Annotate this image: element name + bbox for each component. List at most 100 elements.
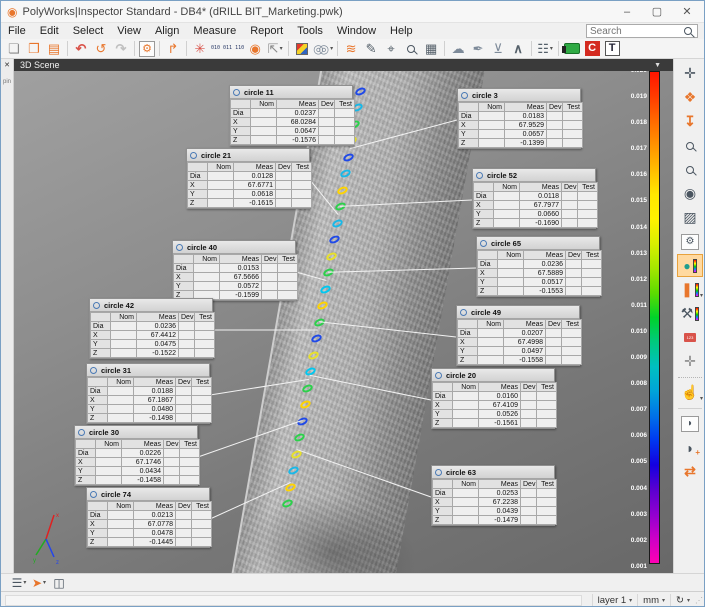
flip-normals-icon[interactable]: ⇄: [677, 460, 703, 483]
project-surface-icon[interactable]: ↧: [677, 110, 703, 133]
menu-item[interactable]: Measure: [186, 24, 243, 38]
meas-x: 67.9529: [504, 120, 547, 130]
meas-dia: 0.0183: [504, 111, 547, 121]
point-cloud-icon[interactable]: ☁: [449, 40, 467, 58]
move-annotations-icon[interactable]: ✛: [677, 350, 703, 373]
save-icon[interactable]: ▤: [45, 40, 63, 58]
panel-pin-tab[interactable]: pin: [1, 79, 13, 85]
measurement-callout[interactable]: circle 3 Nom Meas Dev Test Dia 0.0183 X …: [457, 88, 583, 149]
stamp-feature-icon[interactable]: ⊻: [489, 40, 507, 58]
viewport-3d[interactable]: circle 11 Nom Meas Dev Test Dia 0.0237 X…: [14, 71, 673, 573]
meas-y: 0.0526: [478, 409, 521, 419]
menu-item[interactable]: Window: [330, 24, 383, 38]
col-test: Test: [291, 162, 312, 172]
curve-comb-icon[interactable]: ≋: [342, 40, 360, 58]
panel-close-icon[interactable]: ✕: [1, 61, 13, 69]
menu-item[interactable]: Select: [66, 24, 111, 38]
scanner-icon[interactable]: ⌖: [382, 40, 400, 58]
circle-feature-icon: [435, 371, 442, 379]
measurement-callout[interactable]: circle 52 Nom Meas Dev Test Dia 0.0118 X…: [472, 168, 598, 229]
probe-icon[interactable]: ✳: [191, 40, 209, 58]
add-surface-icon[interactable]: ◗ +: [677, 436, 703, 459]
fit-feature-icon[interactable]: ✒: [469, 40, 487, 58]
device-position-icon[interactable]: ◉: [246, 40, 264, 58]
close-button[interactable]: ✕: [672, 3, 702, 21]
meas-z: -0.1445: [133, 537, 176, 547]
report-icon[interactable]: ☷ ▾: [536, 40, 554, 58]
dropdown-caret-icon: ▾: [279, 45, 283, 52]
zoom-region-icon[interactable]: [677, 134, 703, 157]
probe-pen-icon[interactable]: ✎: [362, 40, 380, 58]
caliper-icon[interactable]: ∧: [509, 40, 527, 58]
minimize-button[interactable]: –: [612, 3, 642, 21]
rotate-pan-zoom-icon[interactable]: ✛: [677, 62, 703, 85]
menu-item[interactable]: Report: [243, 24, 290, 38]
measurement-callout[interactable]: circle 11 Nom Meas Dev Test Dia 0.0237 X…: [229, 85, 355, 146]
surface-dialog-icon[interactable]: ◗: [677, 412, 703, 435]
maximize-button[interactable]: ▢: [642, 3, 672, 21]
align-view-icon[interactable]: ❖: [677, 86, 703, 109]
zoom-pick-icon[interactable]: [677, 158, 703, 181]
open-project-icon[interactable]: ❐: [25, 40, 43, 58]
measurement-callout[interactable]: circle 65 Nom Meas Dev Test Dia 0.0236 X…: [476, 236, 602, 297]
pick-element-icon[interactable]: ☝ ▾: [677, 381, 703, 404]
visibility-eye-icon[interactable]: ◉: [677, 182, 703, 205]
undo-icon[interactable]: ↶: [72, 40, 90, 58]
meas-y: 0.0480: [133, 404, 176, 414]
measurement-callout[interactable]: circle 30 Nom Meas Dev Test Dia 0.0226 X…: [74, 425, 200, 486]
search-box[interactable]: [586, 24, 698, 38]
measurement-callout[interactable]: circle 21 Nom Meas Dev Test Dia 0.0128 X…: [186, 148, 312, 209]
compare-discs-icon[interactable]: ◎◎ ▾: [313, 40, 333, 58]
measurement-callout[interactable]: circle 42 Nom Meas Dev Test Dia 0.0236 X…: [89, 298, 215, 359]
layer-selector[interactable]: layer 1 ▾: [591, 593, 638, 606]
plugin-red-icon[interactable]: C: [583, 40, 601, 58]
display-options-icon[interactable]: ⚙: [677, 230, 703, 253]
annotations-display-icon[interactable]: ❚ ▾: [677, 278, 703, 301]
redo-icon[interactable]: ↷: [112, 40, 130, 58]
measurement-callout[interactable]: circle 74 Nom Meas Dev Test Dia 0.0213 X…: [86, 487, 212, 548]
edit-colormap-icon[interactable]: ⚒: [677, 302, 703, 325]
zoom-tool-icon[interactable]: [402, 40, 420, 58]
text-annotation-icon[interactable]: T: [603, 40, 621, 58]
plugin-green-icon[interactable]: [562, 40, 581, 58]
colormap-display-icon[interactable]: ●: [677, 254, 703, 277]
move-device-icon[interactable]: ⇱ ▾: [266, 40, 284, 58]
render-options-icon[interactable]: ☰ ▾: [10, 574, 28, 592]
menu-item[interactable]: Help: [383, 24, 420, 38]
measurement-callout[interactable]: circle 63 Nom Meas Dev Test Dia 0.0253 X…: [431, 465, 557, 526]
menu-item[interactable]: Align: [148, 24, 186, 38]
menu-item[interactable]: File: [1, 24, 33, 38]
menu-item[interactable]: Edit: [33, 24, 66, 38]
refresh-selector[interactable]: ↻ ▾: [670, 593, 695, 606]
control-view-icon[interactable]: ▦: [422, 40, 440, 58]
scene-title: 3D Scene: [20, 60, 60, 70]
digital-readout-icon[interactable]: 010 011 110: [211, 40, 244, 58]
meas-dia: 0.0207: [503, 328, 546, 338]
search-input[interactable]: [587, 25, 684, 37]
measurement-callout[interactable]: circle 40 Nom Meas Dev Test Dia 0.0153 X…: [172, 240, 298, 301]
colormap-scale[interactable]: [649, 71, 660, 564]
menu-item[interactable]: Tools: [290, 24, 330, 38]
resize-grip[interactable]: ⋰: [695, 594, 704, 607]
colormap-menu-caret-icon[interactable]: ▼: [654, 62, 661, 69]
wireframe-cube-icon[interactable]: ▨: [677, 206, 703, 229]
col-dev: Dev: [520, 382, 537, 392]
dropdown-caret-icon: ▾: [549, 45, 553, 52]
meas-y: 0.0517: [523, 277, 566, 287]
new-document-icon[interactable]: ❏: [5, 40, 23, 58]
units-selector[interactable]: mm ▾: [637, 593, 670, 606]
colormap-cube-icon[interactable]: [293, 40, 311, 58]
tag-points-icon[interactable]: 123: [677, 326, 703, 349]
import-data-icon[interactable]: ↱: [164, 40, 182, 58]
measurement-callout[interactable]: circle 31 Nom Meas Dev Test Dia 0.0188 X…: [86, 363, 212, 424]
pick-color-icon[interactable]: ➤ ▾: [30, 574, 48, 592]
measurement-callout[interactable]: circle 20 Nom Meas Dev Test Dia 0.0160 X…: [431, 368, 557, 429]
undo-history-icon[interactable]: ↺: [92, 40, 110, 58]
col-dev: Dev: [275, 162, 292, 172]
menu-item[interactable]: View: [110, 24, 148, 38]
measurement-callout[interactable]: circle 49 Nom Meas Dev Test Dia 0.0207 X…: [456, 305, 582, 366]
animation-icon[interactable]: ◫: [50, 574, 68, 592]
project-options-icon[interactable]: ⚙: [139, 40, 155, 57]
col-meas: Meas: [133, 377, 176, 387]
circle-feature-icon: [93, 301, 100, 309]
